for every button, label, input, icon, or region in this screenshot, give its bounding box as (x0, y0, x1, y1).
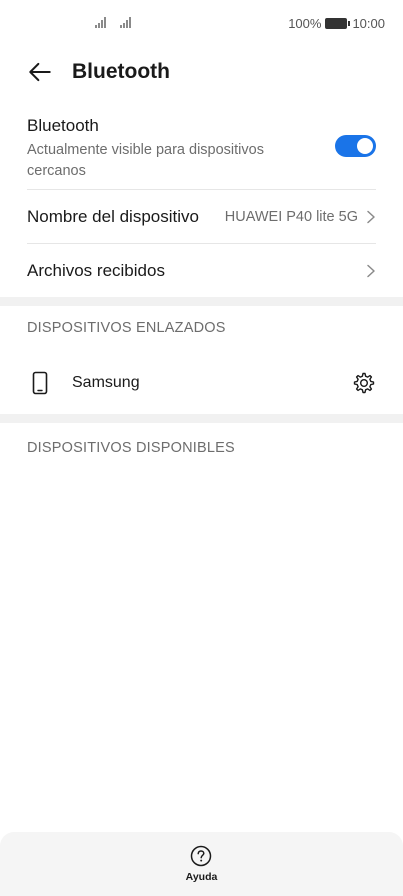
status-bar: 100% 10:00 (0, 0, 403, 48)
toggle-knob (357, 138, 373, 154)
bluetooth-label: Bluetooth (27, 116, 99, 135)
app-header: Bluetooth (0, 48, 403, 96)
device-name-row[interactable]: Nombre del dispositivo HUAWEI P40 lite 5… (27, 190, 376, 244)
bottom-bar: Ayuda (0, 832, 403, 896)
paired-device-name: Samsung (72, 374, 140, 391)
received-files-row[interactable]: Archivos recibidos (27, 244, 376, 298)
status-right: 100% 10:00 (288, 16, 385, 31)
chevron-right-icon (367, 210, 375, 224)
bluetooth-toggle[interactable] (335, 135, 376, 157)
section-separator (0, 414, 403, 423)
clock: 10:00 (352, 16, 385, 31)
received-files-label: Archivos recibidos (27, 261, 165, 280)
battery-icon (325, 18, 351, 29)
chevron-right-icon (367, 264, 375, 278)
battery-percent: 100% (288, 16, 322, 31)
paired-devices-header: DISPOSITIVOS ENLAZADOS (27, 320, 226, 336)
paired-device-row[interactable]: Samsung (27, 356, 376, 410)
available-devices-header: DISPOSITIVOS DISPONIBLES (27, 440, 235, 456)
page-title: Bluetooth (72, 60, 170, 83)
arrow-left-icon[interactable] (27, 59, 53, 85)
device-name-label: Nombre del dispositivo (27, 207, 199, 226)
phone-icon (32, 371, 48, 395)
section-separator (0, 297, 403, 306)
gear-icon[interactable] (352, 371, 376, 395)
help-circle-icon (191, 845, 212, 867)
signal-icon (120, 16, 131, 28)
signal-icon (95, 16, 106, 28)
bluetooth-visibility-subtitle: Actualmente visible para dispositivos ce… (27, 142, 264, 179)
help-button[interactable]: Ayuda (185, 845, 218, 883)
help-label: Ayuda (185, 871, 218, 883)
bluetooth-toggle-row[interactable]: Bluetooth Actualmente visible para dispo… (27, 108, 376, 188)
device-name-value: HUAWEI P40 lite 5G (224, 209, 358, 225)
